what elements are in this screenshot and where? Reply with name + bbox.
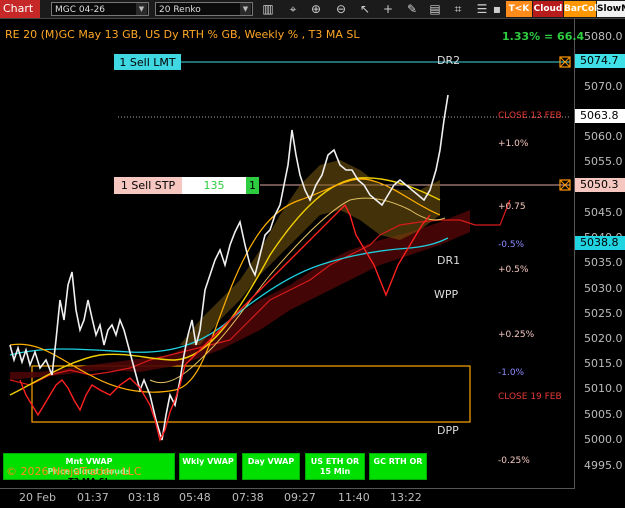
bar-chart-icon[interactable]: ▥ bbox=[260, 1, 276, 17]
sell-stp-qty[interactable]: 1 bbox=[246, 177, 259, 194]
y-tick: 5035.0 bbox=[584, 256, 623, 269]
y-tick: 4995.0 bbox=[584, 459, 623, 472]
crosshair-icon[interactable]: ⌖ bbox=[285, 1, 301, 17]
wpp-label: WPP bbox=[434, 288, 459, 301]
chart-plot-area[interactable] bbox=[0, 19, 575, 488]
renko-red-line bbox=[19, 203, 431, 443]
add-icon[interactable]: + bbox=[380, 1, 396, 17]
sell-stp-order[interactable]: 1 Sell STP 135 1 bbox=[114, 177, 259, 194]
x-tick: 03:18 bbox=[128, 491, 160, 504]
sell-lmt-label: 1 Sell LMT bbox=[119, 56, 176, 69]
dpp-label: DPP bbox=[437, 424, 459, 437]
price-tag: 5038.8 bbox=[575, 236, 625, 250]
bar-type-selector[interactable]: 20 Renko ▼ bbox=[155, 2, 253, 16]
chart-tab[interactable]: Chart bbox=[0, 0, 40, 18]
x-tick: 05:48 bbox=[179, 491, 211, 504]
gc-rth-or-button[interactable]: GC RTH OR bbox=[369, 453, 427, 480]
y-tick: 5055.0 bbox=[584, 155, 623, 168]
chevron-down-icon: ▼ bbox=[240, 3, 251, 15]
close-13-label: CLOSE 13 FEB bbox=[498, 111, 562, 121]
drawing-tools-icon[interactable]: ✎ bbox=[404, 1, 420, 17]
y-tick: 5015.0 bbox=[584, 357, 623, 370]
x-tick: 09:27 bbox=[284, 491, 316, 504]
y-tick: 5060.0 bbox=[584, 130, 623, 143]
indicators-icon[interactable]: ▤ bbox=[427, 1, 443, 17]
price-chart-svg bbox=[9, 56, 571, 443]
y-tick: 5000.0 bbox=[584, 433, 623, 446]
pct-label: +0.75 bbox=[498, 202, 526, 212]
price-tag: 5050.3 bbox=[575, 178, 625, 192]
close-19-label: CLOSE 19 FEB bbox=[498, 392, 562, 402]
tk-button[interactable]: T<K bbox=[506, 1, 532, 17]
zoom-out-icon[interactable]: ⊖ bbox=[333, 1, 349, 17]
copyright: © 2026 NinjaTrader, LLC bbox=[6, 465, 142, 478]
slowm-button[interactable]: SlowM bbox=[597, 1, 625, 17]
pct-label: +0.5% bbox=[498, 265, 529, 275]
y-tick: 5070.0 bbox=[584, 80, 623, 93]
barcol-button[interactable]: BarCol bbox=[564, 1, 597, 17]
instrument-label: MGC 04-26 bbox=[55, 5, 106, 15]
us-eth-or-button[interactable]: US ETH OR 15 Min bbox=[305, 453, 365, 480]
t3-ma-label: T3 MA SL bbox=[68, 477, 110, 486]
price-tag: 5063.8 bbox=[575, 109, 625, 123]
pct-label: -0.25% bbox=[498, 456, 530, 466]
bar-type-label: 20 Renko bbox=[159, 5, 201, 15]
cloud-button[interactable]: Cloud bbox=[533, 1, 563, 17]
chart-summary: 1.33% = 66.4 bbox=[502, 30, 585, 43]
pct-label: -1.0% bbox=[498, 368, 525, 378]
x-tick: 01:37 bbox=[77, 491, 109, 504]
strategies-icon[interactable]: ⌗ bbox=[450, 1, 466, 17]
day-vwap-button[interactable]: Day VWAP bbox=[242, 453, 300, 480]
y-tick: 5080.0 bbox=[584, 30, 623, 43]
pointer-icon[interactable]: ↖ bbox=[357, 1, 373, 17]
chart-toolbar: Chart MGC 04-26 ▼ 20 Renko ▼ ▥ ⌖ ⊕ ⊖ ↖ +… bbox=[0, 0, 625, 19]
y-tick: 5010.0 bbox=[584, 382, 623, 395]
pct-label: +0.25% bbox=[498, 330, 535, 340]
sell-stp-ticks: 135 bbox=[182, 177, 246, 194]
y-tick: 5020.0 bbox=[584, 332, 623, 345]
x-tick: 07:38 bbox=[232, 491, 264, 504]
lock-icon[interactable]: ▪ bbox=[489, 1, 505, 17]
chevron-down-icon: ▼ bbox=[136, 3, 147, 15]
instrument-selector[interactable]: MGC 04-26 ▼ bbox=[51, 2, 149, 16]
x-tick: 13:22 bbox=[390, 491, 422, 504]
dr2-label: DR2 bbox=[437, 54, 461, 67]
price-tag: 5074.7 bbox=[575, 54, 625, 68]
y-tick: 5030.0 bbox=[584, 282, 623, 295]
y-tick: 5005.0 bbox=[584, 408, 623, 421]
pct-label: -0.5% bbox=[498, 240, 525, 250]
properties-icon[interactable]: ☰ bbox=[474, 1, 490, 17]
wkly-vwap-button[interactable]: Wkly VWAP bbox=[179, 453, 237, 480]
renko-price-line bbox=[9, 94, 449, 441]
x-tick: 11:40 bbox=[338, 491, 370, 504]
chart-title: RE 20 (M)GC May 13 GB, US Dy RTH % GB, W… bbox=[5, 28, 360, 41]
y-tick: 5045.0 bbox=[584, 206, 623, 219]
pct-label: +1.0% bbox=[498, 139, 529, 149]
x-tick: 20 Feb bbox=[19, 491, 56, 504]
sell-stp-label: 1 Sell STP bbox=[114, 177, 182, 194]
y-tick: 5025.0 bbox=[584, 307, 623, 320]
sell-lmt-order[interactable]: 1 Sell LMT bbox=[114, 54, 181, 70]
dr1-label: DR1 bbox=[437, 254, 461, 267]
zoom-in-icon[interactable]: ⊕ bbox=[308, 1, 324, 17]
